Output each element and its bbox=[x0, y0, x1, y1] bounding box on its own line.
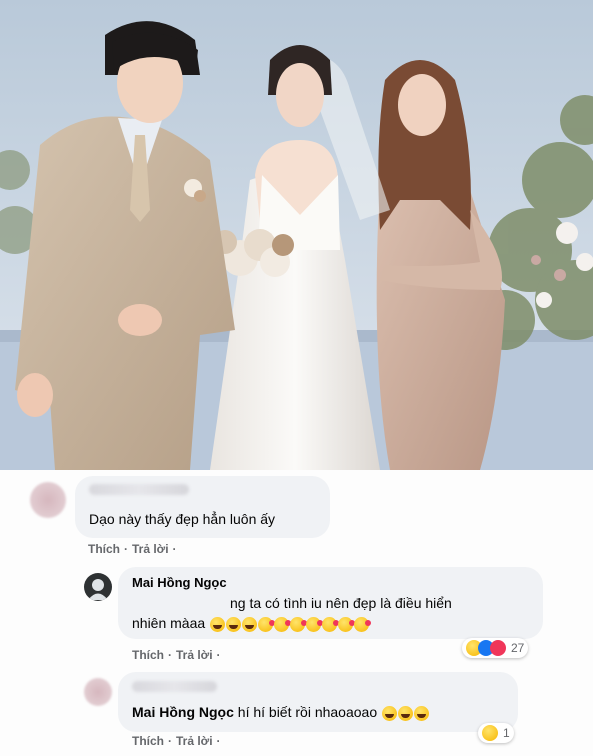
reaction-summary[interactable]: 1 bbox=[478, 723, 514, 743]
reply-text: hí hí biết rồi nhaoaoao bbox=[237, 704, 378, 720]
blurred-author-name bbox=[132, 681, 217, 692]
blurred-author-name bbox=[89, 484, 189, 495]
reply-bubble: Mai Hồng Ngọc hí hí biết rồi nhaoaoao bbox=[118, 672, 518, 732]
dark-avatar-icon[interactable] bbox=[84, 573, 112, 601]
haha-icon bbox=[482, 725, 498, 741]
reply-bubble: Mai Hồng Ngọc ng ta có tình iu nên đẹp l… bbox=[118, 567, 543, 639]
rolling-laughing-emoji-icon bbox=[398, 705, 414, 721]
reply-text-line2: nhiên màaa bbox=[132, 615, 206, 631]
reply-link[interactable]: Trả lời bbox=[176, 648, 213, 662]
comment-bubble: Dạo này thấy đẹp hẳn luôn ấy bbox=[75, 476, 330, 538]
laughing-emoji-icon bbox=[242, 616, 258, 632]
like-link[interactable]: Thích bbox=[132, 648, 164, 662]
tagged-user-link[interactable]: Mai Hồng Ngọc bbox=[132, 704, 234, 720]
separator: · bbox=[124, 542, 128, 556]
reply-actions: Thích · Trả lời · bbox=[132, 648, 221, 662]
reaction-count: 1 bbox=[503, 726, 510, 740]
smiling-hearts-emoji-icon bbox=[338, 616, 356, 632]
like-link[interactable]: Thích bbox=[88, 542, 120, 556]
reply-link[interactable]: Trả lời bbox=[176, 734, 213, 748]
separator: · bbox=[216, 648, 221, 662]
love-icon bbox=[490, 640, 506, 656]
smiling-hearts-emoji-icon bbox=[290, 616, 308, 632]
like-link[interactable]: Thích bbox=[132, 734, 164, 748]
comment-section: Dạo này thấy đẹp hẳn luôn ấy Thích · Trả… bbox=[0, 470, 593, 756]
laughing-emoji-icon bbox=[210, 616, 226, 632]
reply-author[interactable]: Mai Hồng Ngọc bbox=[132, 575, 227, 590]
comment-text: Dạo này thấy đẹp hẳn luôn ấy bbox=[89, 511, 276, 527]
blurred-avatar[interactable] bbox=[30, 482, 66, 518]
reply-text-line2-wrap: nhiên màaa bbox=[132, 614, 372, 633]
reply-actions: Thích · Trả lời · bbox=[132, 734, 221, 748]
reaction-count: 27 bbox=[511, 641, 525, 655]
comment-actions: Thích · Trả lời · bbox=[88, 542, 177, 556]
rolling-laughing-emoji-icon bbox=[382, 705, 398, 721]
rolling-laughing-emoji-icon bbox=[414, 705, 430, 721]
smiling-hearts-emoji-icon bbox=[306, 616, 324, 632]
smiling-hearts-emoji-icon bbox=[322, 616, 340, 632]
wedding-photo bbox=[0, 0, 593, 470]
smiling-hearts-emoji-icon bbox=[354, 616, 372, 632]
separator: · bbox=[168, 648, 172, 662]
separator: · bbox=[168, 734, 172, 748]
laughing-emoji-icon bbox=[226, 616, 242, 632]
blurred-avatar[interactable] bbox=[84, 678, 112, 706]
reply-link[interactable]: Trả lời bbox=[132, 542, 169, 556]
separator: · bbox=[172, 542, 177, 556]
reply-text-wrap: Mai Hồng Ngọc hí hí biết rồi nhaoaoao bbox=[132, 703, 430, 722]
reply-text-line1: ng ta có tình iu nên đẹp là điều hiển bbox=[230, 595, 452, 611]
reaction-summary[interactable]: 27 bbox=[462, 638, 529, 658]
separator: · bbox=[216, 734, 221, 748]
smiling-hearts-emoji-icon bbox=[258, 616, 276, 632]
smiling-hearts-emoji-icon bbox=[274, 616, 292, 632]
